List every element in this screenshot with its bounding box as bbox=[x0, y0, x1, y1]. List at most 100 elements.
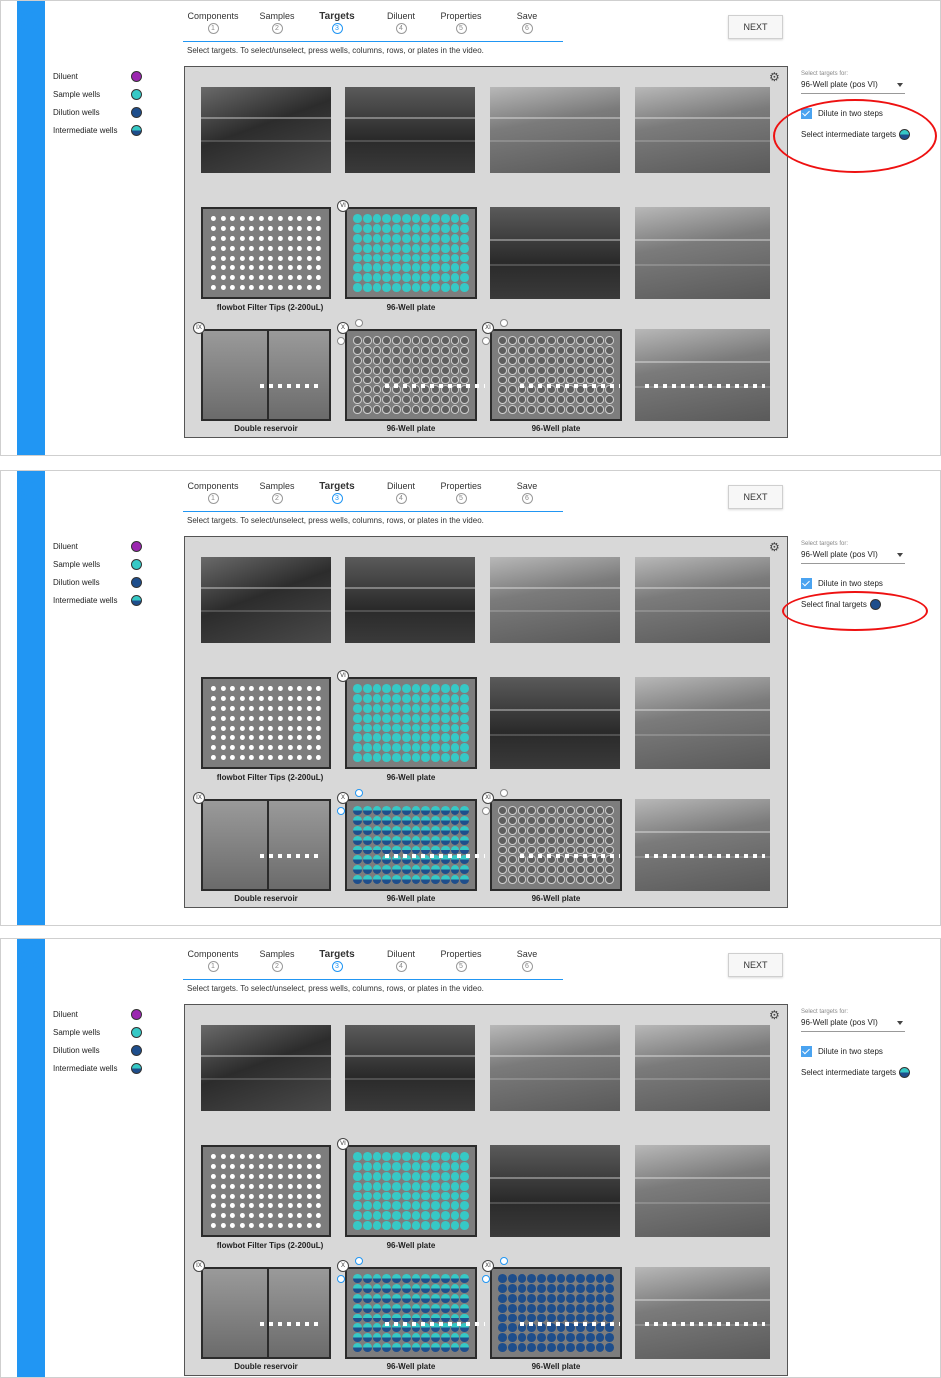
well[interactable] bbox=[517, 825, 527, 835]
well[interactable] bbox=[527, 1343, 536, 1352]
well[interactable] bbox=[239, 285, 245, 291]
well[interactable] bbox=[239, 265, 245, 271]
well[interactable] bbox=[440, 1283, 450, 1293]
well[interactable] bbox=[220, 735, 226, 741]
well[interactable] bbox=[507, 815, 517, 825]
well[interactable] bbox=[353, 1161, 362, 1171]
well[interactable] bbox=[210, 1183, 216, 1189]
well[interactable] bbox=[230, 1203, 235, 1209]
well[interactable] bbox=[411, 1221, 421, 1230]
well[interactable] bbox=[460, 365, 469, 375]
well[interactable] bbox=[392, 1201, 401, 1211]
well[interactable] bbox=[450, 253, 460, 263]
well[interactable] bbox=[576, 865, 585, 875]
well[interactable] bbox=[527, 1293, 536, 1303]
well[interactable] bbox=[421, 1152, 430, 1161]
plate-x-grid[interactable] bbox=[353, 1274, 469, 1352]
well[interactable] bbox=[440, 365, 450, 375]
well[interactable] bbox=[297, 1213, 302, 1219]
well[interactable] bbox=[585, 806, 595, 815]
well[interactable] bbox=[278, 265, 283, 271]
well[interactable] bbox=[306, 245, 312, 251]
well[interactable] bbox=[507, 1333, 517, 1343]
well[interactable] bbox=[306, 1153, 312, 1159]
well[interactable] bbox=[382, 684, 391, 693]
well[interactable] bbox=[411, 355, 421, 365]
well[interactable] bbox=[316, 1163, 322, 1169]
well[interactable] bbox=[431, 243, 440, 253]
row-selector[interactable] bbox=[337, 1275, 345, 1283]
column-selector[interactable] bbox=[355, 1257, 363, 1265]
well[interactable] bbox=[392, 723, 401, 733]
well[interactable] bbox=[440, 1221, 450, 1230]
well[interactable] bbox=[258, 1163, 264, 1169]
well[interactable] bbox=[498, 1293, 507, 1303]
well[interactable] bbox=[316, 1203, 322, 1209]
well[interactable] bbox=[230, 1183, 235, 1189]
well[interactable] bbox=[382, 723, 391, 733]
well[interactable] bbox=[595, 336, 605, 345]
well[interactable] bbox=[498, 815, 507, 825]
well[interactable] bbox=[450, 693, 460, 703]
well[interactable] bbox=[316, 225, 322, 231]
well[interactable] bbox=[460, 875, 469, 884]
well[interactable] bbox=[421, 365, 430, 375]
well[interactable] bbox=[353, 733, 362, 743]
well[interactable] bbox=[353, 1191, 362, 1201]
well[interactable] bbox=[362, 385, 372, 395]
well[interactable] bbox=[401, 243, 411, 253]
well[interactable] bbox=[353, 365, 362, 375]
well[interactable] bbox=[392, 743, 401, 753]
well[interactable] bbox=[498, 365, 507, 375]
well[interactable] bbox=[605, 875, 614, 884]
well[interactable] bbox=[258, 225, 264, 231]
well[interactable] bbox=[556, 806, 566, 815]
dilute-two-steps-checkbox[interactable] bbox=[801, 578, 812, 589]
well[interactable] bbox=[362, 1181, 372, 1191]
well[interactable] bbox=[537, 1283, 546, 1293]
well[interactable] bbox=[297, 695, 302, 701]
well[interactable] bbox=[210, 735, 216, 741]
well[interactable] bbox=[362, 243, 372, 253]
dilute-two-steps-row[interactable]: Dilute in two steps bbox=[801, 1046, 931, 1057]
well[interactable] bbox=[258, 215, 264, 221]
plate-vi-grid[interactable] bbox=[353, 214, 469, 292]
well[interactable] bbox=[517, 355, 527, 365]
well[interactable] bbox=[411, 815, 421, 825]
plate-xi[interactable] bbox=[490, 799, 622, 891]
well[interactable] bbox=[287, 1193, 293, 1199]
step-samples[interactable]: Samples 2 bbox=[247, 11, 307, 34]
well[interactable] bbox=[537, 405, 546, 414]
well[interactable] bbox=[382, 713, 391, 723]
well[interactable] bbox=[220, 1213, 226, 1219]
well[interactable] bbox=[362, 693, 372, 703]
well[interactable] bbox=[450, 875, 460, 884]
well[interactable] bbox=[353, 806, 362, 815]
well[interactable] bbox=[537, 345, 546, 355]
well[interactable] bbox=[210, 1163, 216, 1169]
tips-rack-grid[interactable] bbox=[209, 1152, 323, 1230]
well[interactable] bbox=[401, 1211, 411, 1221]
well[interactable] bbox=[605, 1274, 614, 1283]
well[interactable] bbox=[460, 1152, 469, 1161]
well[interactable] bbox=[382, 355, 391, 365]
well[interactable] bbox=[382, 273, 391, 283]
well[interactable] bbox=[585, 1283, 595, 1293]
well[interactable] bbox=[382, 1274, 391, 1283]
plate-xi-grid[interactable] bbox=[498, 806, 614, 884]
well[interactable] bbox=[249, 1163, 254, 1169]
well[interactable] bbox=[440, 283, 450, 292]
well[interactable] bbox=[440, 806, 450, 815]
well[interactable] bbox=[440, 713, 450, 723]
well[interactable] bbox=[431, 1201, 440, 1211]
well[interactable] bbox=[392, 233, 401, 243]
well[interactable] bbox=[268, 1183, 274, 1189]
well[interactable] bbox=[382, 253, 391, 263]
well[interactable] bbox=[220, 685, 226, 691]
well[interactable] bbox=[498, 806, 507, 815]
well[interactable] bbox=[220, 745, 226, 751]
well[interactable] bbox=[450, 825, 460, 835]
dilute-two-steps-row[interactable]: Dilute in two steps bbox=[801, 578, 931, 589]
well[interactable] bbox=[411, 703, 421, 713]
well[interactable] bbox=[382, 743, 391, 753]
